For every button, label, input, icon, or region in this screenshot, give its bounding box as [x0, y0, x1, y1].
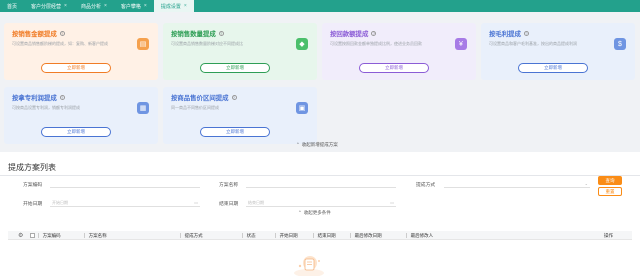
tab-label: 客户攀格: [120, 3, 141, 10]
card-desc: 可设置按照回款金额单独提成比例，使进业务员回款: [330, 41, 422, 46]
app-root: { "tabs": [ {"label": "首页", "closable": …: [0, 0, 640, 276]
help-icon[interactable]: ?: [218, 31, 224, 36]
chart-doc-icon: ▦: [137, 102, 149, 114]
end-date-input[interactable]: 结束日期 ▭: [246, 199, 396, 207]
date-placeholder: 结束日期: [248, 199, 264, 205]
plan-code-label: 方案编码: [23, 183, 43, 188]
add-sales-amount-button[interactable]: 立即新增: [41, 63, 111, 73]
divider: [0, 175, 640, 176]
commission-type-cards: 按销售金额提成? 可设置商品销售额阶梯的提成，如：复购、新客户提成 ▤ 立即新增…: [4, 23, 636, 144]
card-title: 按销售金额提成: [12, 31, 57, 38]
tab-label: 商品分析: [80, 3, 101, 10]
empty-state-illustration: [294, 256, 324, 276]
column-header[interactable]: 结束日期: [313, 231, 336, 240]
tab-commission-settings[interactable]: 提成设置 ×: [153, 0, 194, 12]
chevron-up-icon: ⌃: [298, 210, 302, 215]
add-payment-button[interactable]: 立即新增: [359, 63, 429, 73]
card-special-profit: 按拿专利润提成? 可按商品设置专利润，销额专利润提成 ▦ 立即新增: [4, 87, 158, 144]
card-desc: 可设置商品和客户毛利基准，按出的商品提成利润: [489, 41, 577, 46]
help-icon[interactable]: ?: [59, 95, 65, 100]
tab-label: 首页: [7, 3, 18, 10]
card-desc: 可设置商品销售额阶梯的提成，如：复购、新客户提成: [12, 41, 108, 46]
close-icon[interactable]: ×: [184, 3, 187, 9]
end-date-label: 结束日期: [219, 202, 239, 207]
add-special-profit-button[interactable]: 立即新增: [41, 127, 111, 137]
calendar-icon: ▭: [390, 200, 394, 205]
card-desc: 可按商品设置专利润，销额专利润提成: [12, 105, 80, 110]
search-button[interactable]: 查询: [598, 176, 622, 185]
close-icon[interactable]: ×: [64, 3, 67, 9]
page-title: 提成方案列表: [8, 163, 56, 172]
commission-mode-select[interactable]: ⌄: [444, 180, 590, 188]
plan-code-input[interactable]: [50, 180, 200, 188]
column-header: 操作: [604, 232, 613, 238]
card-sales-quantity: 按销售数量提成? 可设置商品销售数量阶梯对应不同提成比 ◆ 立即新增: [163, 23, 317, 80]
tab-home[interactable]: 首页: [0, 0, 24, 12]
tab-customer[interactable]: 客户攀格 ×: [114, 0, 154, 12]
add-sales-quantity-button[interactable]: 立即新增: [200, 63, 270, 73]
card-price-range: 按商品售价区间提成? 同一商品不同售价区间提成 ▣ 立即新增: [163, 87, 317, 144]
select-all-checkbox[interactable]: [30, 231, 35, 240]
collapse-filters-toggle[interactable]: ⌃ 收起更多条件: [298, 210, 331, 216]
help-icon[interactable]: ?: [231, 95, 237, 100]
column-header[interactable]: 最后修改人: [406, 231, 433, 240]
column-header[interactable]: 最后修改日期: [350, 231, 382, 240]
tab-customer-layer[interactable]: 客户分层经营 ×: [24, 0, 74, 12]
add-price-range-button[interactable]: 立即新增: [200, 127, 270, 137]
collapse-filters-label: 收起更多条件: [303, 210, 331, 215]
plan-name-input[interactable]: [246, 180, 396, 188]
help-icon[interactable]: ?: [371, 31, 377, 36]
card-title: 按拿专利润提成: [12, 95, 57, 102]
card-title: 按毛利提成: [489, 31, 521, 38]
card-title: 按商品售价区间提成: [171, 95, 229, 102]
close-icon[interactable]: ×: [104, 3, 107, 9]
collapse-cards-toggle[interactable]: ⌃ 收起新增提成方案: [296, 142, 338, 148]
column-header[interactable]: 状态: [242, 231, 256, 240]
commission-mode-label: 提成方式: [416, 183, 436, 188]
table-header: ⚙ 方案编码 方案名称 提成方式 状态 开始日期 结束日期 最后修改日期 最后修…: [8, 231, 632, 240]
start-date-input[interactable]: 开始日期 ▭: [50, 199, 200, 207]
tab-bar: 首页 客户分层经营 × 商品分析 × 客户攀格 × 提成设置 ×: [0, 0, 640, 12]
add-gross-profit-button[interactable]: 立即新增: [518, 63, 588, 73]
card-sales-amount: 按销售金额提成? 可设置商品销售额阶梯的提成，如：复购、新客户提成 ▤ 立即新增: [4, 23, 158, 80]
money-icon: ¥: [455, 38, 467, 50]
column-header[interactable]: 提成方式: [180, 231, 203, 240]
settings-gear-icon[interactable]: ⚙: [18, 231, 23, 240]
chevron-up-icon: ⌃: [296, 142, 300, 147]
card-desc: 同一商品不同售价区间提成: [171, 105, 219, 110]
collapse-cards-label: 收起新增提成方案: [301, 142, 338, 147]
card-gross-profit: 按毛利提成? 可设置商品和客户毛利基准，按出的商品提成利润 $ 立即新增: [481, 23, 635, 80]
calendar-icon: ▭: [194, 200, 198, 205]
column-header[interactable]: 方案编码: [38, 231, 61, 240]
reset-button[interactable]: 重置: [598, 187, 622, 196]
start-date-label: 开始日期: [23, 202, 43, 207]
close-icon[interactable]: ×: [144, 3, 147, 9]
card-payment: 按回款额提成? 可设置按照回款金额单独提成比例，使进业务员回款 ¥ 立即新增: [322, 23, 476, 80]
money-bag-icon: $: [614, 38, 626, 50]
chevron-down-icon: ⌄: [584, 181, 588, 186]
date-placeholder: 开始日期: [52, 199, 68, 205]
column-header[interactable]: 开始日期: [275, 231, 298, 240]
box-icon: ◆: [296, 38, 308, 50]
card-desc: 可设置商品销售数量阶梯对应不同提成比: [171, 41, 243, 46]
tab-product-analysis[interactable]: 商品分析 ×: [74, 0, 114, 12]
tab-label: 提成设置: [160, 3, 181, 10]
card-title: 按回款额提成: [330, 31, 369, 38]
price-tag-icon: ▣: [296, 102, 308, 114]
help-icon[interactable]: ?: [523, 31, 529, 36]
column-header[interactable]: 方案名称: [84, 231, 107, 240]
card-title: 按销售数量提成: [171, 31, 216, 38]
tab-label: 客户分层经营: [31, 3, 62, 10]
plan-name-label: 方案名称: [219, 183, 239, 188]
help-icon[interactable]: ?: [59, 31, 65, 36]
coin-box-icon: ▤: [137, 38, 149, 50]
